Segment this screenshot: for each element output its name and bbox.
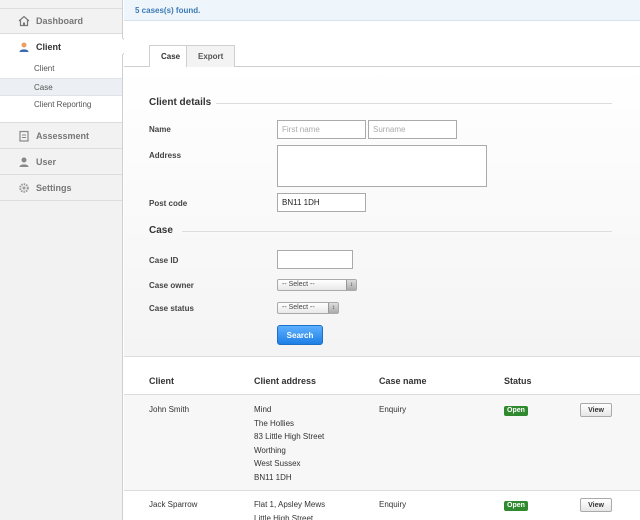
address-textarea[interactable]	[277, 145, 487, 187]
case-name: Enquiry	[379, 405, 407, 414]
case-status-value: -- Select --	[282, 304, 315, 311]
search-form: Client details Name Address Post code Ca…	[124, 67, 640, 357]
client-details-title: Client details	[149, 97, 212, 108]
status-badge: Open	[504, 501, 528, 511]
view-button[interactable]: View	[580, 403, 612, 417]
sidebar-item-label: User	[36, 156, 57, 167]
column-header-client: Client	[149, 376, 175, 386]
select-arrows-icon: ↕	[346, 280, 356, 290]
case-status-label: Case status	[149, 304, 194, 313]
address-label: Address	[149, 151, 182, 160]
case-status-select[interactable]: -- Select -- ↕	[277, 302, 339, 314]
client-name: John Smith	[149, 405, 190, 414]
case-name: Enquiry	[379, 500, 407, 509]
table-row: Jack Sparrow Flat 1, Apsley Mews Little …	[124, 491, 640, 520]
person-icon	[18, 156, 30, 168]
tab-bar: Case Export	[124, 21, 640, 68]
sidebar-item-dashboard[interactable]: Dashboard	[0, 8, 122, 34]
address-line: The Hollies	[254, 418, 295, 428]
select-arrows-icon: ↕	[328, 303, 338, 313]
surname-input[interactable]	[368, 120, 457, 139]
view-button[interactable]: View	[580, 498, 612, 512]
client-name: Jack Sparrow	[149, 500, 198, 509]
results-table-header: Client Client address Case name Status	[124, 357, 640, 395]
case-owner-value: -- Select --	[282, 281, 315, 288]
postcode-label: Post code	[149, 199, 188, 208]
sidebar-item-label: Assessment	[36, 130, 90, 141]
sidebar-item-label: Dashboard	[36, 16, 84, 26]
sidebar-item-user[interactable]: User	[0, 149, 122, 175]
address-line: Little High Street	[254, 513, 314, 520]
user-icon	[18, 41, 30, 53]
clipboard-icon	[18, 130, 30, 142]
submenu-item-client[interactable]: Client	[0, 60, 122, 78]
sidebar-item-assessment[interactable]: Assessment	[0, 123, 122, 149]
home-icon	[18, 15, 30, 27]
gear-icon	[18, 182, 30, 194]
status-cell: Open	[504, 498, 528, 512]
address-line: Worthing	[254, 445, 286, 455]
sidebar: Dashboard Client Client Case Client Repo…	[0, 0, 123, 520]
postcode-input[interactable]	[277, 193, 366, 212]
address-line: Mind	[254, 405, 272, 414]
address-line: 83 Little High Street	[254, 432, 325, 441]
case-id-label: Case ID	[149, 256, 179, 265]
address-line: West Sussex	[254, 459, 301, 468]
status-badge: Open	[504, 406, 528, 416]
case-owner-select[interactable]: -- Select -- ↕	[277, 279, 357, 291]
first-name-input[interactable]	[277, 120, 366, 139]
sidebar-item-settings[interactable]: Settings	[0, 175, 122, 201]
client-address: Mind The Hollies 83 Little High Street W…	[254, 403, 324, 484]
client-submenu: Client Case Client Reporting	[0, 60, 122, 123]
sidebar-item-label: Settings	[36, 182, 72, 193]
table-row: John Smith Mind The Hollies 83 Little Hi…	[124, 395, 640, 491]
name-label: Name	[149, 125, 171, 134]
address-line: Flat 1, Apsley Mews	[254, 500, 326, 509]
search-button[interactable]: Search	[277, 325, 323, 345]
column-header-client-address: Client address	[254, 376, 317, 386]
sidebar-item-label: Client	[36, 42, 62, 52]
case-owner-label: Case owner	[149, 281, 194, 290]
column-header-case-name: Case name	[379, 376, 427, 386]
main-content: 5 cases(s) found. Case Export Client det…	[124, 0, 640, 520]
section-divider	[182, 231, 612, 232]
sidebar-item-client[interactable]: Client	[0, 34, 122, 60]
submenu-item-case[interactable]: Case	[0, 78, 122, 96]
column-header-status: Status	[504, 376, 532, 386]
section-divider	[216, 103, 612, 104]
case-section-title: Case	[149, 225, 173, 236]
address-line: BN11 1DH	[254, 472, 292, 482]
tab-export[interactable]: Export	[186, 45, 236, 68]
client-address: Flat 1, Apsley Mews Little High Street	[254, 498, 325, 520]
submenu-item-client-reporting[interactable]: Client Reporting	[0, 96, 122, 114]
status-cell: Open	[504, 403, 528, 417]
results-notice: 5 cases(s) found.	[124, 0, 640, 21]
case-id-input[interactable]	[277, 250, 353, 269]
